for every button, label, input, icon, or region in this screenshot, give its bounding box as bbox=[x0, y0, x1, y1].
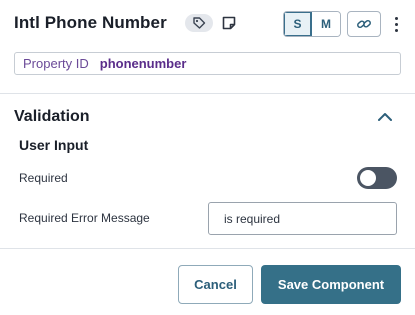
property-id-field[interactable]: Property ID phonenumber bbox=[14, 52, 401, 75]
link-button[interactable] bbox=[347, 11, 381, 37]
note-icon[interactable] bbox=[220, 14, 238, 32]
more-vertical-icon bbox=[394, 16, 398, 20]
component-header: Intl Phone Number S M bbox=[0, 0, 415, 48]
validation-section-title[interactable]: Validation bbox=[14, 108, 90, 126]
size-medium-button[interactable]: M bbox=[312, 12, 340, 36]
size-toggle-group: S M bbox=[283, 11, 341, 37]
save-component-button[interactable]: Save Component bbox=[261, 265, 401, 304]
property-id-value: phonenumber bbox=[99, 56, 187, 71]
chevron-up-icon[interactable] bbox=[376, 110, 394, 124]
user-input-subtitle: User Input bbox=[19, 137, 89, 153]
toggle-knob bbox=[360, 170, 376, 186]
required-error-message-label: Required Error Message bbox=[19, 211, 150, 225]
section-divider bbox=[0, 93, 415, 94]
required-error-message-input[interactable]: is required bbox=[208, 202, 397, 235]
tag-button[interactable] bbox=[185, 14, 213, 32]
component-title: Intl Phone Number bbox=[14, 13, 167, 32]
required-label: Required bbox=[19, 171, 68, 185]
required-toggle[interactable] bbox=[357, 167, 397, 189]
footer-divider bbox=[0, 248, 415, 249]
tag-icon bbox=[192, 16, 206, 30]
link-icon bbox=[356, 16, 372, 32]
cancel-button[interactable]: Cancel bbox=[178, 265, 253, 304]
property-id-label: Property ID bbox=[23, 56, 89, 71]
size-small-button[interactable]: S bbox=[284, 12, 312, 36]
more-options-button[interactable] bbox=[389, 13, 403, 35]
